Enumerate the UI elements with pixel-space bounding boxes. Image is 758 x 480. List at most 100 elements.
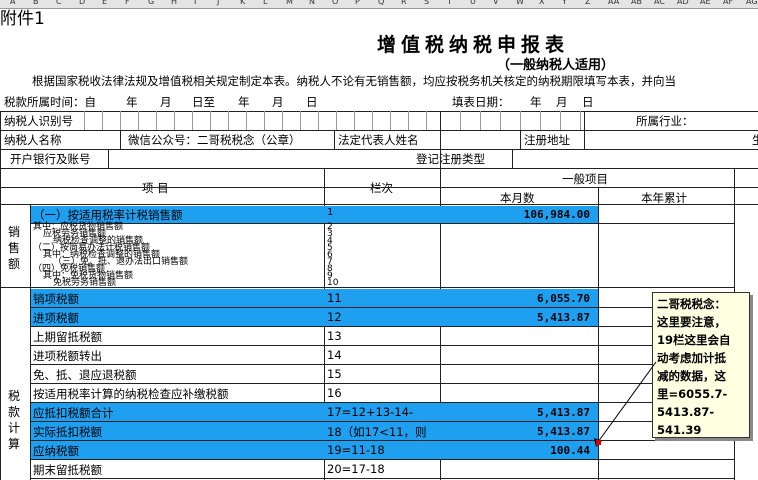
period-year2: 年 [238, 95, 250, 109]
column-letter[interactable]: E [102, 0, 107, 6]
row-label: 销项税额 [33, 292, 79, 306]
column-letter[interactable]: S [424, 0, 429, 6]
column-letter[interactable]: U [470, 0, 476, 6]
id-cell-line [228, 111, 229, 130]
column-header-strip: A B C D E F G H I J K L M N O P Q R S T U V W X Y Z AA AB AC AD AE AF AG [0, 0, 758, 9]
row-line: 13 [327, 329, 342, 343]
id-cell-line [354, 111, 355, 130]
id-cell-line [520, 111, 521, 130]
column-letter[interactable]: W [516, 0, 524, 6]
collapsed-row-label: 免税劳务销售额 [53, 278, 117, 288]
grid-vline [120, 130, 121, 149]
period-year: 年 [126, 95, 138, 109]
column-letter[interactable]: AG [746, 0, 758, 6]
period-label: 税款所属时间：自 [4, 95, 96, 109]
attachment-label: 附件1 [0, 9, 45, 29]
group-sales-label: 销售额 [8, 225, 21, 271]
column-letter[interactable]: X [539, 0, 544, 6]
id-cell-line [264, 111, 265, 130]
column-letter[interactable]: AB [631, 0, 642, 6]
row-value[interactable]: 100.44 [442, 444, 590, 457]
row-line: 14 [327, 348, 342, 362]
collapsed-row-line: 10 [327, 278, 339, 288]
row-value[interactable]: 6,055.70 [442, 292, 590, 305]
id-cell-line [500, 111, 501, 130]
header-line: 栏次 [370, 181, 393, 195]
row-line: 15 [327, 367, 342, 381]
taxpayer-name-label: 纳税人名称 [4, 133, 62, 147]
id-cell-line [300, 111, 301, 130]
grid-hline [0, 111, 758, 112]
form-subtitle: （一般纳税人适用） [497, 58, 615, 73]
row-label: 免、抵、退应退税额 [33, 368, 137, 382]
id-cell-line [138, 111, 139, 130]
id-cell-line [408, 111, 409, 130]
row-label: 进项税额 [33, 311, 79, 325]
header-general: 一般项目 [562, 172, 608, 186]
column-letter[interactable]: K [240, 0, 245, 6]
comment-line: 二哥税税念： [657, 297, 726, 311]
row-value[interactable]: 106,984.00 [442, 208, 590, 221]
row-line: 12 [327, 310, 342, 324]
id-cell-line [174, 111, 175, 130]
column-letter[interactable]: I [194, 0, 196, 6]
row-label: 按适用税率计算的纳税检查应补缴税额 [33, 387, 229, 401]
id-cell-line [560, 111, 561, 130]
column-letter[interactable]: G [148, 0, 154, 6]
form-title: 增值税纳税申报表 [377, 34, 570, 56]
column-letter[interactable]: V [493, 0, 498, 6]
grid-hline [0, 187, 758, 188]
id-cell-line [120, 111, 121, 130]
column-letter[interactable]: AF [723, 0, 733, 6]
comment-indicator [596, 440, 601, 445]
column-letter[interactable]: Y [562, 0, 567, 6]
row-label: 应抵扣税额合计 [33, 406, 114, 420]
column-letter[interactable]: N [309, 0, 315, 6]
row-line: 18（如17<11，则 [327, 425, 427, 439]
column-letter[interactable]: L [263, 0, 267, 6]
fill-year: 年 [530, 95, 542, 109]
row-value[interactable]: 5,413.87 [442, 311, 590, 324]
row-line: 1 [327, 207, 334, 218]
column-letter[interactable]: D [79, 0, 85, 6]
id-cell-line [336, 111, 337, 130]
row-line: 19=11-18 [327, 443, 385, 457]
column-letter[interactable]: T [447, 0, 452, 6]
row-label: 应纳税额 [33, 444, 79, 458]
taxpayer-name-value: 微信公众号：二哥税税念（公章） [128, 133, 301, 147]
id-cell-line [210, 111, 211, 130]
grid-hline [0, 204, 758, 205]
id-cell-line [102, 111, 103, 130]
column-letter[interactable]: AE [700, 0, 711, 6]
row-line: 17=12+13-14- [327, 405, 414, 419]
column-letter[interactable]: P [355, 0, 360, 6]
column-letter[interactable]: J [217, 0, 219, 6]
grid-vline [334, 130, 335, 149]
column-letter[interactable]: H [171, 0, 177, 6]
column-letter[interactable]: R [401, 0, 407, 6]
column-letter[interactable]: AD [677, 0, 689, 6]
row-label: 进项税额转出 [33, 349, 102, 363]
column-letter[interactable]: Z [585, 0, 590, 6]
grid-hline [0, 149, 758, 150]
cut-label: 生 [752, 133, 758, 147]
column-letter[interactable]: AA [608, 0, 619, 6]
column-letter[interactable]: Q [378, 0, 384, 6]
column-letter[interactable]: AC [654, 0, 665, 6]
row-value[interactable]: 5,413.87 [442, 406, 590, 419]
row-label: 期末留抵税额 [33, 463, 102, 477]
reg-addr-label: 注册地址 [524, 133, 570, 147]
grid-vline [512, 149, 513, 168]
header-item: 项 目 [142, 181, 169, 195]
column-letter[interactable]: F [125, 0, 130, 6]
column-letter[interactable]: M [286, 0, 293, 6]
period-month: 月 [160, 95, 172, 109]
id-cell-line [156, 111, 157, 130]
comment-arrow [594, 361, 657, 447]
cell-comment[interactable]: 二哥税税念： 这里要注意， 19栏这里会自 动考虑加计抵 减的数据，这 里=6055.7-… [652, 292, 750, 438]
column-letter[interactable]: O [332, 0, 338, 6]
column-letter[interactable]: C [56, 0, 62, 6]
grid-hline [30, 478, 734, 479]
row-value[interactable]: 5,413.87 [442, 425, 590, 438]
id-cell-line [372, 111, 373, 130]
